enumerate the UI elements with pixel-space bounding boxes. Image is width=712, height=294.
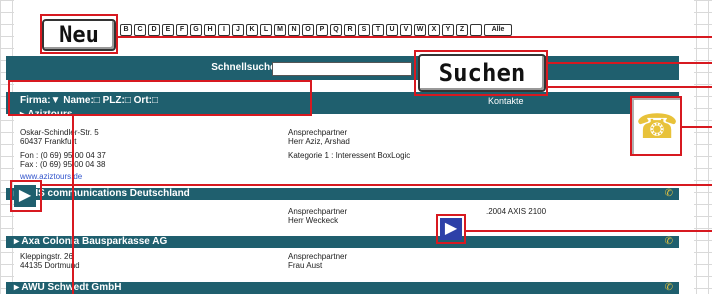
annotation-line <box>548 86 712 88</box>
letter-button[interactable]: L <box>260 24 272 36</box>
address-line: Kleppingstr. 26 <box>20 252 73 261</box>
letter-button[interactable]: Alle <box>484 24 512 36</box>
letter-button[interactable]: D <box>148 24 160 36</box>
search-input[interactable] <box>272 62 412 76</box>
contact-label: Ansprechpartner <box>288 128 348 137</box>
annotation-line <box>42 184 712 186</box>
company-name[interactable]: ▸ AWU Schwedt GmbH <box>14 282 121 293</box>
phone-line: Fon : (0 69) 95 00 04 37 <box>20 151 106 160</box>
letter-button[interactable]: E <box>162 24 174 36</box>
letter-button[interactable]: I <box>218 24 230 36</box>
phone-icon[interactable]: ✆ <box>665 282 673 293</box>
letter-button[interactable]: Y <box>442 24 454 36</box>
letter-button[interactable] <box>470 24 482 36</box>
address-line: 44135 Dortmund <box>20 261 80 270</box>
letter-button[interactable]: W <box>414 24 426 36</box>
letter-button[interactable]: T <box>372 24 384 36</box>
category: Kategorie 1 : Interessent BoxLogic <box>288 151 411 160</box>
annotation-frame <box>10 180 42 212</box>
annotation-frame <box>40 14 118 54</box>
letter-button[interactable]: P <box>316 24 328 36</box>
contact-person: Herr Aziz, Arshad <box>288 137 350 146</box>
annotation-line <box>466 230 712 232</box>
letter-button[interactable]: M <box>274 24 286 36</box>
letter-button[interactable]: Z <box>456 24 468 36</box>
company-row-axis[interactable]: ▸ AXIS communications Deutschland ✆ <box>6 188 679 200</box>
letter-button[interactable]: R <box>344 24 356 36</box>
contact-label: Ansprechpartner <box>288 252 348 261</box>
annotation-line <box>682 126 712 128</box>
letter-button[interactable]: X <box>428 24 440 36</box>
letter-button[interactable]: G <box>190 24 202 36</box>
annotation-frame <box>436 214 466 244</box>
annotation-frame <box>414 50 548 96</box>
letter-button[interactable]: N <box>288 24 300 36</box>
phone-icon[interactable]: ✆ <box>665 188 673 199</box>
phone-icon[interactable]: ✆ <box>665 236 673 247</box>
letter-button[interactable]: Q <box>330 24 342 36</box>
address-line: Oskar-Schindler-Str. 5 <box>20 128 99 137</box>
contact-label: Ansprechpartner <box>288 207 348 216</box>
search-label: Schnellsuche: <box>211 62 279 73</box>
company-name[interactable]: ▸ Axa Colonia Bausparkasse AG <box>14 236 167 247</box>
annotation-frame <box>8 80 312 116</box>
company-row-axa[interactable]: ▸ Axa Colonia Bausparkasse AG ✆ <box>6 236 679 248</box>
contact-person: Frau Aust <box>288 261 323 270</box>
letter-button[interactable]: C <box>134 24 146 36</box>
letter-button[interactable]: F <box>176 24 188 36</box>
letter-button[interactable]: B <box>120 24 132 36</box>
search-bar: Schnellsuche: <box>6 56 679 80</box>
letter-button[interactable]: O <box>302 24 314 36</box>
annotation-line <box>548 62 712 64</box>
note: .2004 AXIS 2100 <box>486 207 547 216</box>
address-line: 60437 Frankfurt <box>20 137 77 146</box>
letter-button[interactable]: V <box>400 24 412 36</box>
alphabet-filter: B C D E F G H I J K L M N O P Q R S T U V W X Y Z Alle <box>120 24 512 36</box>
letter-button[interactable]: J <box>232 24 244 36</box>
annotation-line <box>72 116 74 294</box>
annotation-line <box>118 36 712 38</box>
kontakte-header: Kontakte <box>488 96 524 106</box>
letter-button[interactable]: H <box>204 24 216 36</box>
annotation-frame <box>630 96 682 156</box>
fax-line: Fax : (0 69) 95 00 04 38 <box>20 160 106 169</box>
letter-button[interactable]: S <box>358 24 370 36</box>
company-row-awu[interactable]: ▸ AWU Schwedt GmbH ✆ <box>6 282 679 294</box>
contact-person: Herr Weckeck <box>288 216 339 225</box>
letter-button[interactable]: K <box>246 24 258 36</box>
letter-button[interactable]: U <box>386 24 398 36</box>
